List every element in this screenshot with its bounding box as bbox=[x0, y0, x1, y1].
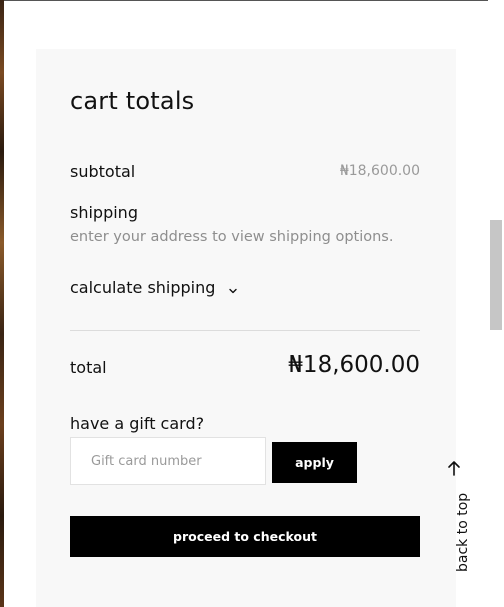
apply-gift-card-button[interactable]: apply bbox=[272, 442, 357, 483]
back-to-top-button[interactable]: back to top bbox=[443, 460, 471, 576]
chevron-down-icon bbox=[227, 282, 239, 294]
totals-divider bbox=[70, 330, 420, 331]
back-to-top-label: back to top bbox=[455, 492, 471, 572]
background-image-strip bbox=[0, 0, 4, 607]
total-label: total bbox=[70, 358, 107, 377]
gift-card-label: have a gift card? bbox=[70, 414, 205, 433]
arrow-up-icon bbox=[447, 460, 461, 476]
shipping-note: enter your address to view shipping opti… bbox=[70, 229, 394, 245]
shipping-label: shipping bbox=[70, 203, 138, 222]
cart-totals-title: cart totals bbox=[70, 87, 195, 115]
subtotal-label: subtotal bbox=[70, 162, 136, 181]
subtotal-value: ₦18,600.00 bbox=[339, 163, 420, 179]
cart-totals-panel: cart totals subtotal ₦18,600.00 shipping… bbox=[36, 49, 456, 607]
calculate-shipping-toggle[interactable]: calculate shipping bbox=[70, 278, 239, 297]
total-value: ₦18,600.00 bbox=[288, 352, 420, 378]
window-top-border bbox=[0, 0, 504, 1]
calculate-shipping-label: calculate shipping bbox=[70, 278, 216, 297]
proceed-to-checkout-button[interactable]: proceed to checkout bbox=[70, 516, 420, 557]
scrollbar-thumb[interactable] bbox=[490, 220, 502, 330]
gift-card-input[interactable] bbox=[70, 437, 266, 485]
